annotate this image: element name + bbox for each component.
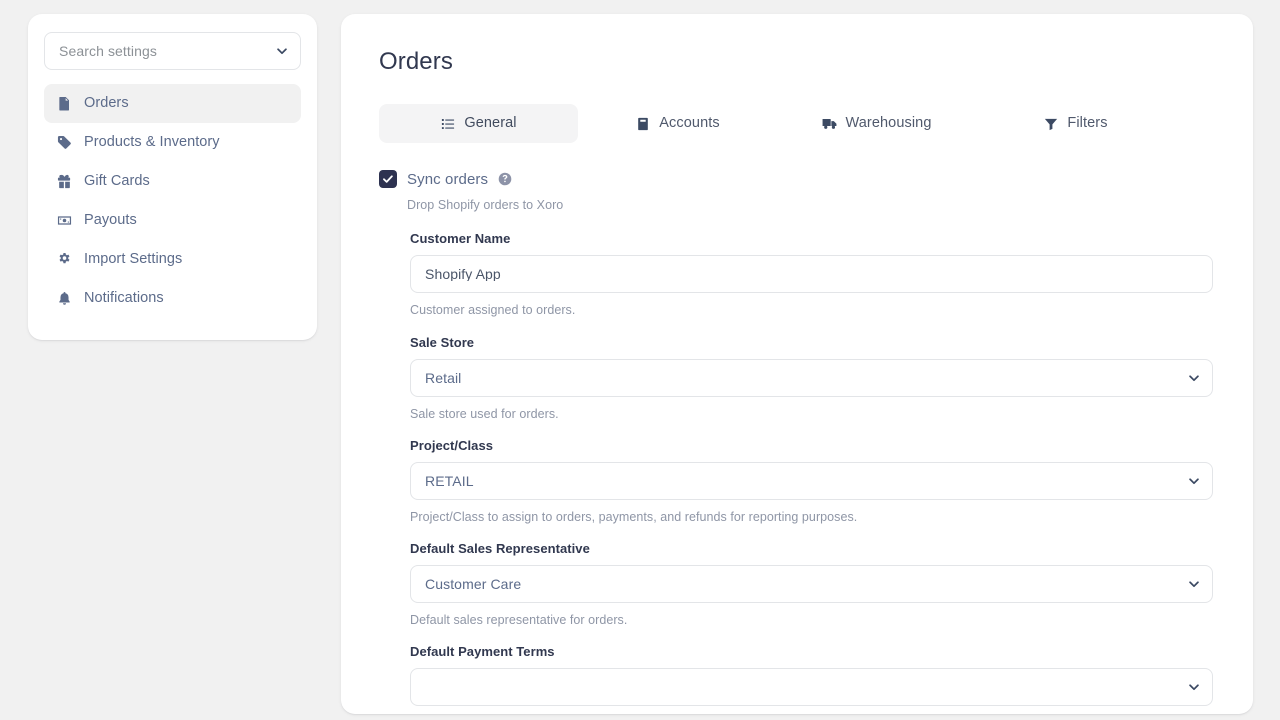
field-default-sales-representative: Default Sales Representative Customer Ca…: [410, 542, 1213, 628]
field-label: Customer Name: [410, 232, 1213, 245]
chevron-down-icon: [275, 44, 289, 58]
cash-icon: [56, 213, 72, 229]
input-value: Shopify App: [425, 267, 501, 281]
field-customer-name: Customer Name Shopify App Customer assig…: [410, 232, 1213, 318]
bell-icon: [56, 291, 72, 307]
default-sales-representative-select[interactable]: Customer Care: [410, 565, 1213, 603]
default-payment-terms-select[interactable]: [410, 668, 1213, 706]
field-label: Sale Store: [410, 336, 1213, 349]
sidebar-item-notifications[interactable]: Notifications: [44, 279, 301, 318]
chevron-down-icon: [1187, 680, 1201, 694]
field-label: Project/Class: [410, 439, 1213, 452]
field-label: Default Payment Terms: [410, 645, 1213, 658]
field-sale-store: Sale Store Retail Sale store used for or…: [410, 336, 1213, 422]
project-class-select[interactable]: RETAIL: [410, 462, 1213, 500]
settings-sidebar: Search settings Orders: [28, 14, 317, 340]
search-settings-select[interactable]: Search settings: [44, 32, 301, 70]
sidebar-item-label: Gift Cards: [84, 174, 150, 189]
sync-orders-row: Sync orders: [379, 170, 1213, 188]
orders-general-form: Sync orders Drop Shopify orders to Xoro …: [379, 170, 1213, 706]
field-help: Sale store used for orders.: [410, 406, 1213, 422]
gear-icon: [56, 252, 72, 268]
sidebar-nav: Orders Products & Inventory Gift Cards: [44, 84, 301, 318]
field-project-class: Project/Class RETAIL Project/Class to as…: [410, 439, 1213, 525]
search-settings-placeholder: Search settings: [59, 44, 157, 58]
sidebar-item-products-inventory[interactable]: Products & Inventory: [44, 123, 301, 162]
document-icon: [56, 96, 72, 112]
field-help: Default sales representative for orders.: [410, 612, 1213, 628]
settings-page: Search settings Orders: [0, 0, 1280, 720]
funnel-icon: [1043, 116, 1058, 131]
sidebar-item-label: Import Settings: [84, 252, 182, 267]
sync-orders-description: Drop Shopify orders to Xoro: [407, 197, 1213, 213]
customer-name-input[interactable]: Shopify App: [410, 255, 1213, 293]
sidebar-item-label: Notifications: [84, 291, 164, 306]
sidebar-item-gift-cards[interactable]: Gift Cards: [44, 162, 301, 201]
sidebar-item-payouts[interactable]: Payouts: [44, 201, 301, 240]
sidebar-item-label: Payouts: [84, 213, 137, 228]
gift-icon: [56, 174, 72, 190]
tag-icon: [56, 135, 72, 151]
sync-orders-label: Sync orders: [407, 172, 488, 187]
field-help: Project/Class to assign to orders, payme…: [410, 509, 1213, 525]
chevron-down-icon: [1187, 371, 1201, 385]
tab-warehousing[interactable]: Warehousing: [777, 104, 976, 143]
field-default-payment-terms: Default Payment Terms: [410, 645, 1213, 706]
field-help: Customer assigned to orders.: [410, 302, 1213, 318]
truck-icon: [822, 116, 837, 131]
book-icon: [635, 116, 650, 131]
settings-main-panel: Orders General: [341, 14, 1253, 714]
select-value: Retail: [425, 371, 461, 385]
select-value: RETAIL: [425, 474, 474, 488]
settings-tabs: General Accounts Warehousing: [379, 104, 1213, 143]
sync-orders-checkbox[interactable]: [379, 170, 397, 188]
sidebar-item-import-settings[interactable]: Import Settings: [44, 240, 301, 279]
tab-label: Warehousing: [846, 116, 932, 131]
tab-label: Accounts: [659, 116, 719, 131]
field-label: Default Sales Representative: [410, 542, 1213, 555]
page-title: Orders: [379, 50, 1213, 74]
sale-store-select[interactable]: Retail: [410, 359, 1213, 397]
sidebar-item-label: Products & Inventory: [84, 135, 220, 150]
tab-label: General: [464, 116, 516, 131]
sidebar-item-label: Orders: [84, 96, 129, 111]
tab-general[interactable]: General: [379, 104, 578, 143]
sidebar-item-orders[interactable]: Orders: [44, 84, 301, 123]
tab-filters[interactable]: Filters: [976, 104, 1175, 143]
select-value: Customer Care: [425, 577, 521, 591]
tab-label: Filters: [1067, 116, 1107, 131]
list-icon: [440, 116, 455, 131]
tab-accounts[interactable]: Accounts: [578, 104, 777, 143]
question-circle-icon[interactable]: [498, 172, 512, 186]
chevron-down-icon: [1187, 577, 1201, 591]
chevron-down-icon: [1187, 474, 1201, 488]
orders-field-list: Customer Name Shopify App Customer assig…: [379, 232, 1213, 706]
